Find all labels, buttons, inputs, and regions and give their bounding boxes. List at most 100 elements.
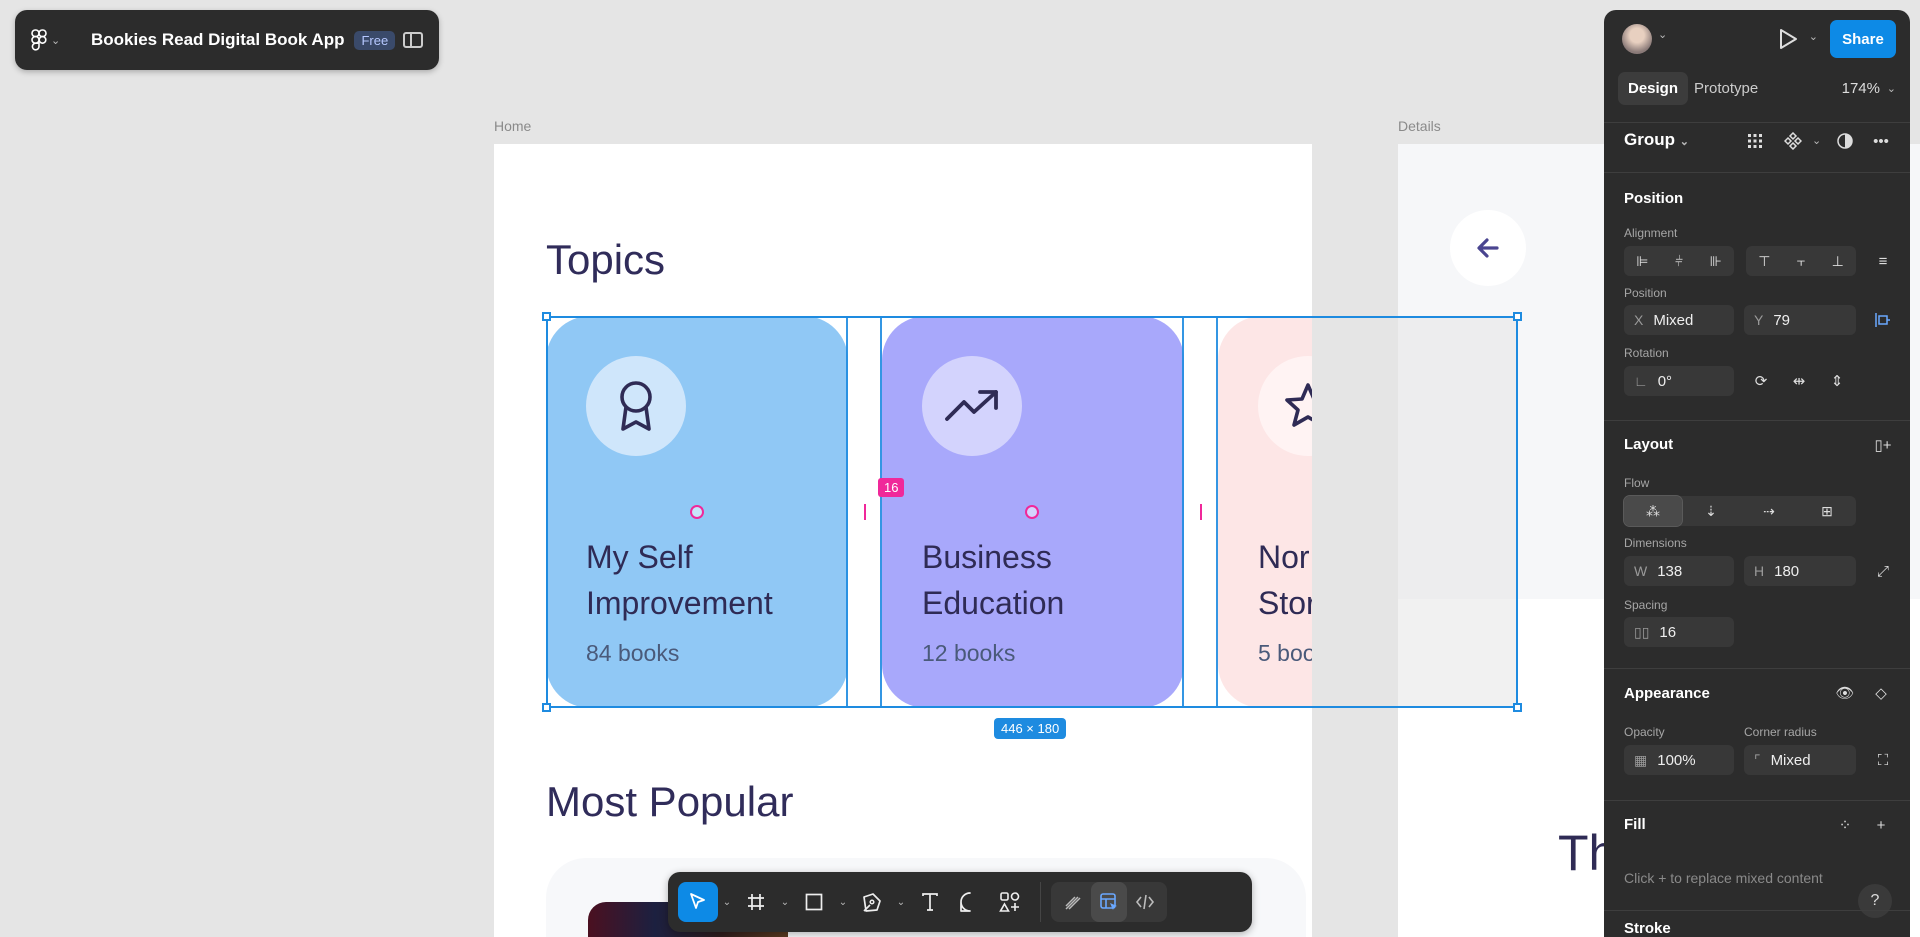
spacing-field[interactable]: ▯▯ 16	[1624, 617, 1734, 647]
design-mode-icon	[1100, 893, 1117, 910]
align-right-icon[interactable]: ⊪	[1697, 246, 1734, 276]
move-tool[interactable]	[678, 882, 718, 922]
align-middle-icon[interactable]: ⫟	[1783, 246, 1820, 276]
shape-tool[interactable]	[794, 882, 834, 922]
stroke-section-title: Stroke	[1624, 920, 1671, 937]
fill-section-title: Fill	[1624, 816, 1646, 833]
design-mode-button[interactable]	[1091, 882, 1127, 922]
star-icon	[1285, 383, 1312, 427]
help-button[interactable]: ?	[1858, 884, 1892, 918]
opacity-field[interactable]: ▦ 100%	[1624, 745, 1734, 775]
avatar[interactable]	[1622, 24, 1652, 54]
draw-mode-button[interactable]	[1055, 882, 1091, 922]
file-title[interactable]: Bookies Read Digital Book App	[91, 30, 344, 50]
layer-type-select[interactable]: Group ⌄	[1624, 130, 1689, 150]
dev-mode-button[interactable]	[1127, 882, 1163, 922]
rectangle-icon	[805, 893, 823, 911]
blend-mode-icon[interactable]: ◇	[1866, 678, 1896, 708]
individual-corners-icon[interactable]: ⛶	[1868, 745, 1898, 775]
actions-tool[interactable]	[990, 882, 1030, 922]
y-position-field[interactable]: Y 79	[1744, 305, 1856, 335]
frame-label-home[interactable]: Home	[494, 118, 531, 134]
selection-child-edge	[1216, 316, 1218, 708]
grid-icon[interactable]	[1740, 126, 1770, 156]
component-icon[interactable]	[1778, 126, 1808, 156]
chevron-down-icon[interactable]: ⌄	[1809, 30, 1818, 43]
layout-anchor[interactable]	[690, 505, 704, 519]
eye-icon[interactable]: 👁	[1830, 678, 1860, 708]
topic-count: 12 books	[922, 640, 1016, 666]
auto-layout-icon[interactable]: ▯+	[1868, 430, 1898, 460]
spacing-badge[interactable]: 16	[878, 478, 905, 497]
topic-card[interactable]: Nor Stor 5 boo	[1218, 316, 1312, 708]
distribute-icon[interactable]: ≡	[1868, 246, 1898, 276]
flip-horizontal-icon[interactable]: ⇹	[1784, 366, 1814, 396]
topic-name: Nor Stor	[1258, 539, 1312, 621]
width-field[interactable]: W 138	[1624, 556, 1734, 586]
back-button[interactable]	[1450, 210, 1526, 286]
comment-tool[interactable]	[950, 882, 990, 922]
resize-handle-bottom-left[interactable]	[542, 703, 551, 712]
constraints-icon[interactable]	[1868, 305, 1898, 335]
clipped-overflow	[1312, 316, 1518, 708]
align-left-icon[interactable]: ⊫	[1624, 246, 1661, 276]
sidebar-toggle-icon[interactable]	[403, 32, 423, 48]
position-label: Position	[1624, 286, 1667, 300]
spacing-marker[interactable]	[1200, 504, 1202, 520]
chevron-down-icon[interactable]: ⌄	[1658, 28, 1667, 41]
flow-freeform-icon[interactable]: ⁂	[1623, 495, 1683, 527]
styles-icon[interactable]: ⁘	[1830, 810, 1860, 840]
corner-radius-field[interactable]: ⌜ Mixed	[1744, 745, 1856, 775]
chevron-down-icon[interactable]: ⌄	[1812, 134, 1821, 147]
zoom-level[interactable]: 174%	[1842, 80, 1880, 97]
frame-tool[interactable]	[736, 882, 776, 922]
tab-design[interactable]: Design	[1618, 72, 1689, 105]
spacing-marker[interactable]	[864, 504, 866, 520]
divider	[1604, 800, 1910, 801]
share-button[interactable]: Share	[1830, 20, 1896, 58]
plan-badge[interactable]: Free	[354, 30, 396, 50]
bottom-toolbar: ⌄ ⌄ ⌄ ⌄	[668, 872, 1252, 932]
text-tool[interactable]	[910, 882, 950, 922]
topic-count: 84 books	[586, 640, 680, 666]
align-bottom-icon[interactable]: ⊥	[1819, 246, 1856, 276]
add-fill-icon[interactable]: +	[1866, 810, 1896, 840]
chevron-down-icon[interactable]: ⌄	[1887, 82, 1896, 95]
main-menu-button[interactable]: ⌄	[31, 29, 71, 51]
height-field[interactable]: H 180	[1744, 556, 1856, 586]
play-icon[interactable]	[1778, 28, 1798, 50]
flip-vertical-icon[interactable]: ⇕	[1822, 366, 1852, 396]
flow-vertical-icon[interactable]: ⇣	[1682, 496, 1740, 526]
rotation-field[interactable]: ∟ 0°	[1624, 366, 1734, 396]
alignment-label: Alignment	[1624, 226, 1678, 240]
frame-label-details[interactable]: Details	[1398, 118, 1441, 134]
resize-handle-top-left[interactable]	[542, 312, 551, 321]
tab-prototype[interactable]: Prototype	[1694, 80, 1758, 97]
selection-child-edge	[846, 316, 848, 708]
more-icon[interactable]: •••	[1866, 126, 1896, 156]
horizontal-align-group: ⊫ ⫩ ⊪	[1624, 246, 1734, 276]
selection-size-badge: 446 × 180	[994, 718, 1067, 739]
chevron-down-icon[interactable]: ⌄	[718, 897, 736, 908]
resize-handle-top-right[interactable]	[1513, 312, 1522, 321]
home-frame[interactable]: Topics My Self Improvement 84 books Busin…	[494, 144, 1312, 937]
topics-carousel[interactable]: My Self Improvement 84 books Business Educ…	[546, 316, 1312, 708]
corner-radius-label: Corner radius	[1744, 725, 1817, 739]
flow-grid-icon[interactable]: ⊞	[1798, 496, 1856, 526]
chevron-down-icon[interactable]: ⌄	[834, 897, 852, 908]
mask-icon[interactable]	[1830, 126, 1860, 156]
rotate-icon[interactable]: ⟳	[1746, 366, 1776, 396]
layout-anchor[interactable]	[1025, 505, 1039, 519]
resize-handle-bottom-right[interactable]	[1513, 703, 1522, 712]
chevron-down-icon[interactable]: ⌄	[776, 897, 794, 908]
chevron-down-icon[interactable]: ⌄	[892, 897, 910, 908]
align-center-h-icon[interactable]: ⫩	[1661, 246, 1698, 276]
flow-horizontal-icon[interactable]: ⇢	[1740, 496, 1798, 526]
pen-tool[interactable]	[852, 882, 892, 922]
comment-icon	[960, 892, 971, 912]
align-top-icon[interactable]: ⊤	[1746, 246, 1783, 276]
divider	[1604, 172, 1910, 173]
x-position-field[interactable]: X Mixed	[1624, 305, 1734, 335]
resize-to-fit-icon[interactable]: ⤢	[1868, 556, 1898, 586]
topic-icon-circle	[1258, 356, 1312, 456]
